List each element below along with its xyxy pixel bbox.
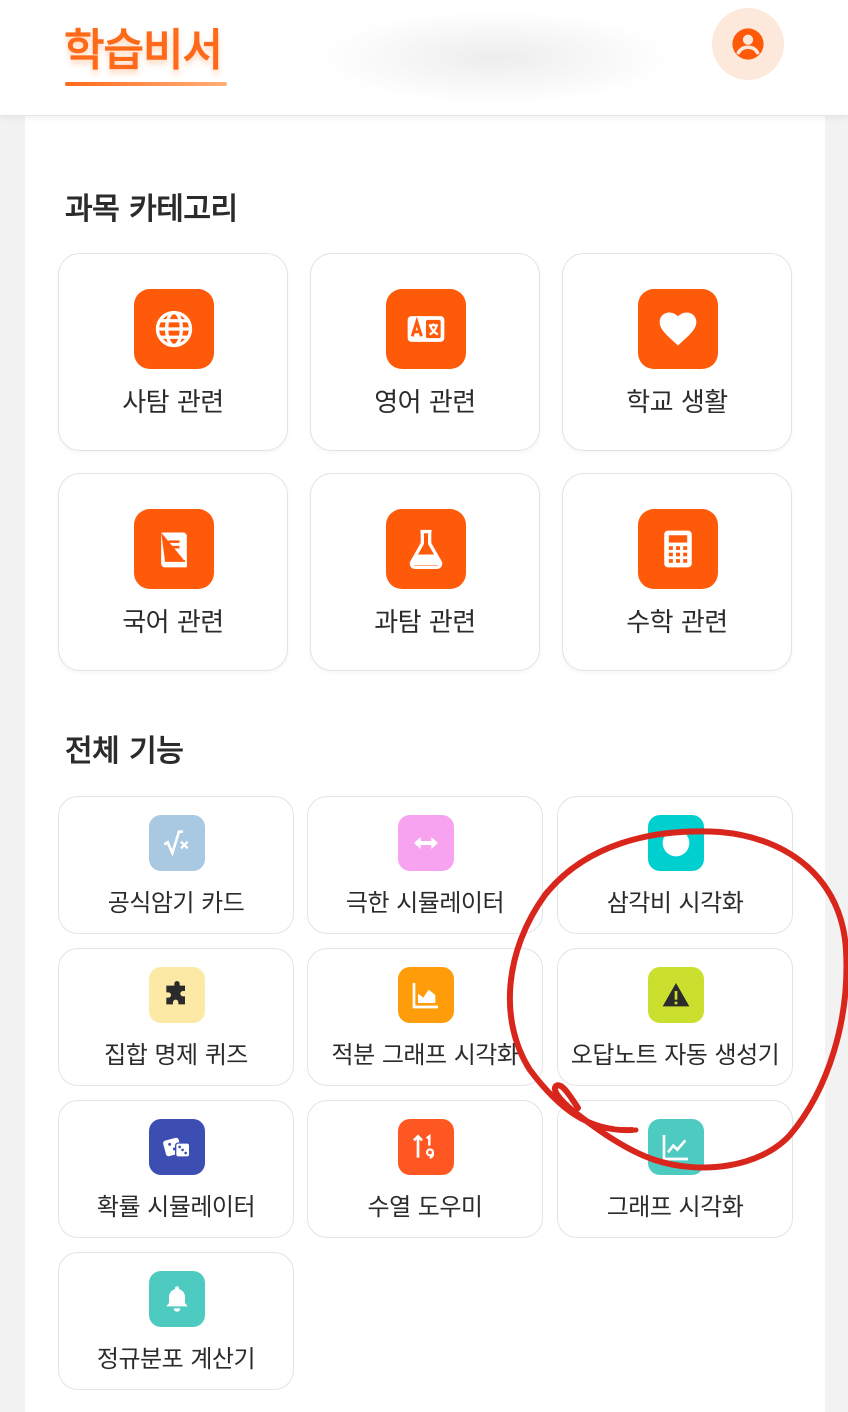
category-label: 영어 관련	[374, 388, 476, 418]
feature-label: 집합 명제 퀴즈	[104, 1041, 248, 1069]
user-circle-icon	[732, 28, 764, 60]
feature-card-sequence-helper[interactable]: 수열 도우미	[307, 1100, 543, 1238]
app-logo[interactable]: 학습비서	[64, 14, 223, 78]
category-card-korean[interactable]: 국어 관련	[58, 473, 288, 671]
line-chart-icon	[662, 1135, 688, 1161]
feature-label: 삼각비 시각화	[606, 889, 744, 917]
category-icon-box	[386, 289, 466, 369]
section-title-categories: 과목 카테고리	[65, 192, 238, 227]
feature-label: 수열 도우미	[367, 1193, 483, 1221]
feature-card-trig-visualizer[interactable]: 삼각비 시각화	[557, 796, 793, 934]
category-label: 사탐 관련	[122, 388, 224, 418]
app-header: 학습비서	[0, 0, 848, 116]
globe-icon	[155, 310, 193, 348]
feature-card-set-quiz[interactable]: 집합 명제 퀴즈	[58, 948, 294, 1086]
feature-card-wrong-answer-notes[interactable]: 오답노트 자동 생성기	[557, 948, 793, 1086]
feature-icon-box	[149, 967, 205, 1023]
feature-label: 확률 시뮬레이터	[96, 1193, 256, 1221]
feature-icon-box	[149, 1119, 205, 1175]
feature-label: 그래프 시각화	[606, 1193, 744, 1221]
heart-icon	[659, 312, 697, 346]
blurred-region	[315, 10, 675, 105]
puzzle-icon	[166, 981, 185, 1005]
feature-icon-box	[648, 1119, 704, 1175]
flask-icon	[409, 529, 443, 569]
category-icon-box	[386, 509, 466, 589]
feature-icon-box	[648, 967, 704, 1023]
circle-icon	[662, 829, 690, 857]
category-icon-box	[134, 289, 214, 369]
book-icon	[161, 532, 187, 568]
feature-icon-box	[398, 967, 454, 1023]
category-label: 과탐 관련	[374, 608, 476, 638]
feature-card-probability-simulator[interactable]: 확률 시뮬레이터	[58, 1100, 294, 1238]
feature-label: 적분 그래프 시각화	[331, 1041, 519, 1069]
category-label: 국어 관련	[122, 608, 224, 638]
dice-icon	[163, 1137, 191, 1158]
square-root-icon	[163, 830, 189, 857]
category-icon-box	[638, 289, 718, 369]
feature-card-normal-distribution[interactable]: 정규분포 계산기	[58, 1252, 294, 1390]
category-card-math[interactable]: 수학 관련	[562, 473, 792, 671]
feature-card-graph-visualizer[interactable]: 그래프 시각화	[557, 1100, 793, 1238]
profile-button[interactable]	[712, 8, 784, 80]
feature-card-formula-cards[interactable]: 공식암기 카드	[58, 796, 294, 934]
feature-icon-box	[398, 815, 454, 871]
bell-icon	[166, 1286, 188, 1312]
category-card-school-life[interactable]: 학교 생활	[562, 253, 792, 451]
sort-numeric-icon	[413, 1133, 435, 1159]
feature-label: 정규분포 계산기	[96, 1345, 256, 1373]
category-label: 수학 관련	[626, 608, 728, 638]
category-card-social[interactable]: 사탐 관련	[58, 253, 288, 451]
feature-label: 극한 시뮬레이터	[345, 889, 505, 917]
feature-card-integral-graph[interactable]: 적분 그래프 시각화	[307, 948, 543, 1086]
feature-icon-box	[149, 815, 205, 871]
area-chart-icon	[412, 983, 438, 1009]
feature-card-limit-simulator[interactable]: 극한 시뮬레이터	[307, 796, 543, 934]
feature-icon-box	[648, 815, 704, 871]
feature-icon-box	[149, 1271, 205, 1327]
feature-icon-box	[398, 1119, 454, 1175]
category-card-english[interactable]: 영어 관련	[310, 253, 540, 451]
language-icon	[407, 316, 445, 342]
section-title-features: 전체 기능	[65, 734, 184, 769]
category-icon-box	[638, 509, 718, 589]
main-content: 과목 카테고리 사탐 관련 영어 관련 학교 생활 국어 관련 과탐 관련 수학…	[25, 116, 825, 1412]
logo-underline	[65, 82, 227, 86]
category-icon-box	[134, 509, 214, 589]
feature-label: 공식암기 카드	[107, 889, 245, 917]
feature-label: 오답노트 자동 생성기	[570, 1041, 780, 1069]
category-card-science[interactable]: 과탐 관련	[310, 473, 540, 671]
warning-icon	[662, 983, 690, 1007]
arrows-horizontal-icon	[414, 837, 438, 849]
category-label: 학교 생활	[626, 388, 728, 418]
calculator-icon	[664, 530, 692, 568]
